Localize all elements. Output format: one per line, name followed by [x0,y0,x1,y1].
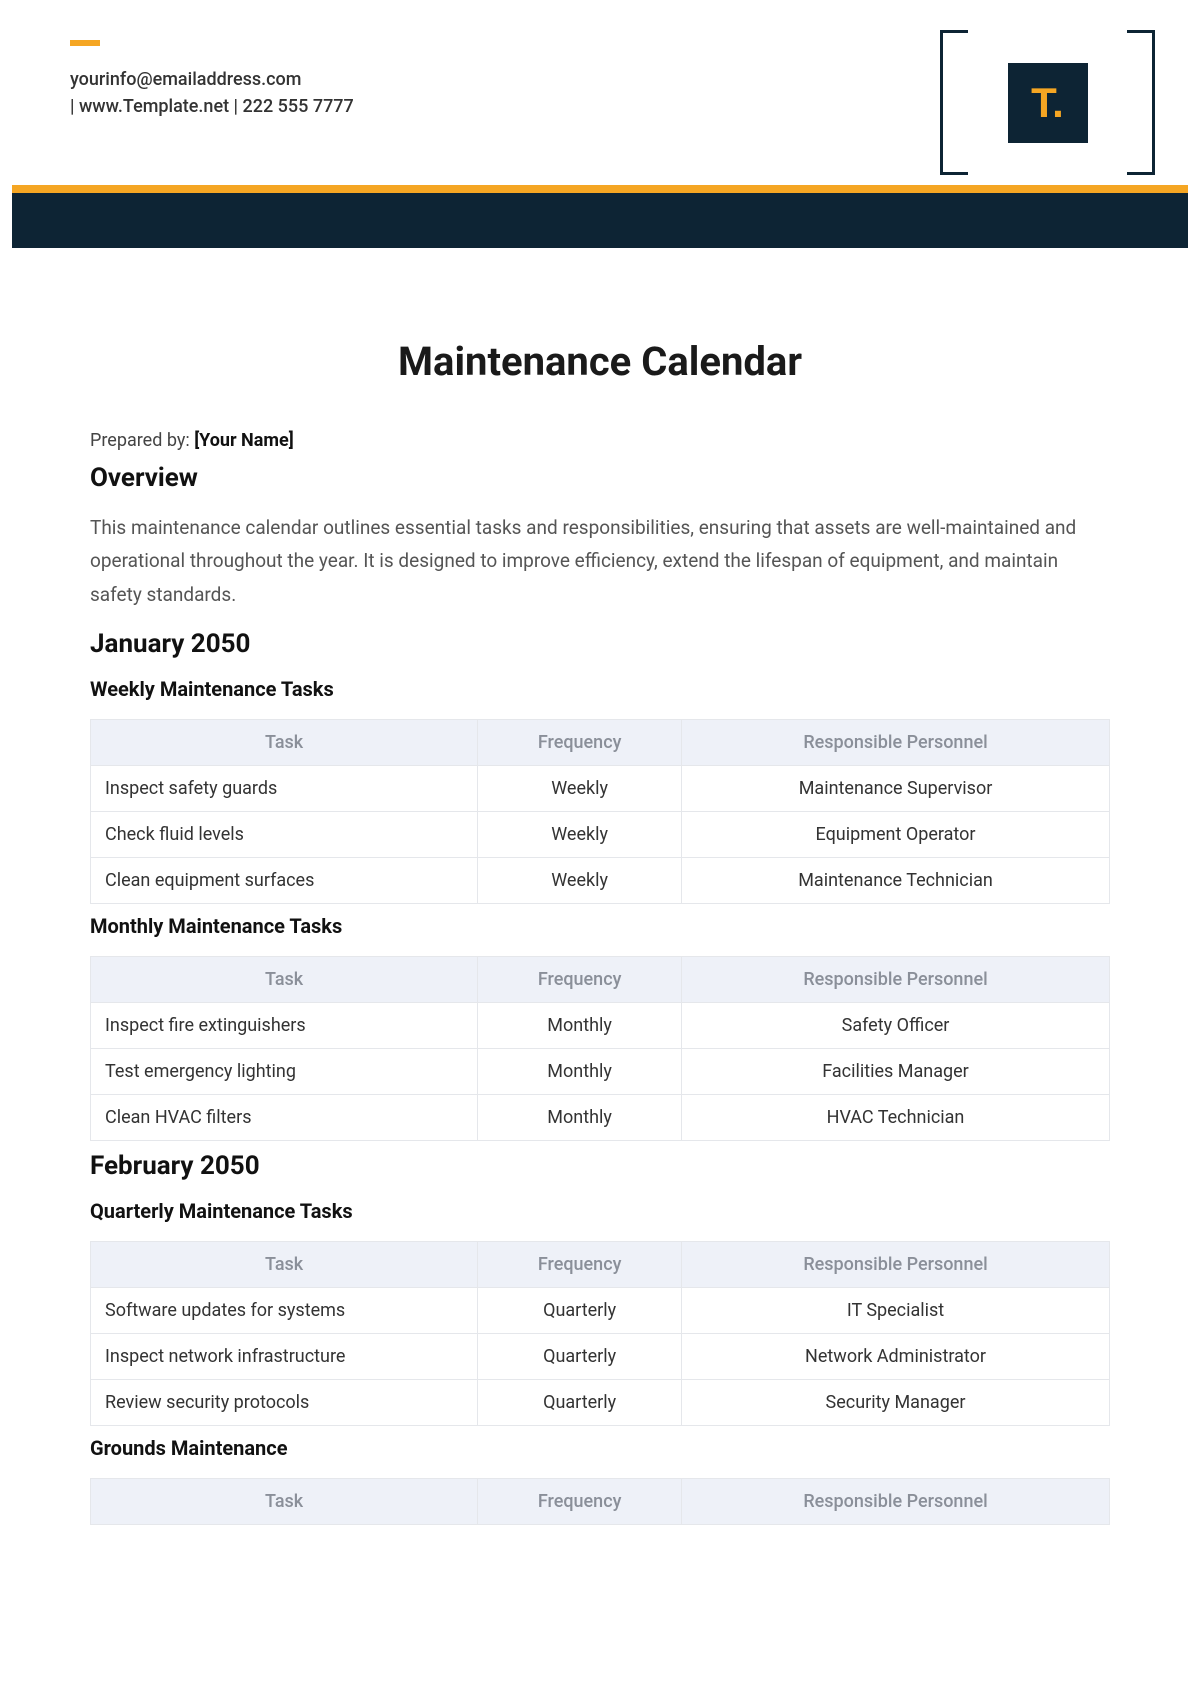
cell-task: Inspect network infrastructure [91,1333,478,1379]
cell-frequency: Quarterly [478,1379,682,1425]
cell-task: Inspect safety guards [91,765,478,811]
subsection-heading: Weekly Maintenance Tasks [90,677,1110,701]
logo-frame: T. [940,30,1155,175]
cell-frequency: Quarterly [478,1287,682,1333]
cell-frequency: Monthly [478,1048,682,1094]
table-row: Check fluid levelsWeeklyEquipment Operat… [91,811,1110,857]
overview-text: This maintenance calendar outlines essen… [90,511,1110,611]
subsection-heading: Monthly Maintenance Tasks [90,914,1110,938]
maintenance-table: TaskFrequencyResponsible PersonnelInspec… [90,719,1110,904]
column-header: Task [91,719,478,765]
column-header: Frequency [478,956,682,1002]
cell-responsible: Safety Officer [682,1002,1110,1048]
column-header: Task [91,1241,478,1287]
table-row: Test emergency lightingMonthlyFacilities… [91,1048,1110,1094]
maintenance-table: TaskFrequencyResponsible PersonnelSoftwa… [90,1241,1110,1426]
cell-frequency: Weekly [478,857,682,903]
bar-accent [12,185,1188,193]
overview-heading: Overview [90,463,1110,493]
cell-task: Check fluid levels [91,811,478,857]
cell-responsible: Facilities Manager [682,1048,1110,1094]
cell-task: Clean HVAC filters [91,1094,478,1140]
column-header: Frequency [478,719,682,765]
cell-frequency: Weekly [478,811,682,857]
cell-task: Inspect fire extinguishers [91,1002,478,1048]
month-heading: January 2050 [90,629,1110,659]
column-header: Responsible Personnel [682,719,1110,765]
logo-text: T. [1031,79,1064,127]
cell-frequency: Quarterly [478,1333,682,1379]
cell-responsible: Maintenance Supervisor [682,765,1110,811]
letterhead: yourinfo@emailaddress.com | www.Template… [0,0,1200,165]
prepared-by-line: Prepared by: [Your Name] [90,430,1110,451]
cell-responsible: Maintenance Technician [682,857,1110,903]
table-row: Clean equipment surfacesWeeklyMaintenanc… [91,857,1110,903]
document-body: Maintenance Calendar Prepared by: [Your … [0,248,1200,1525]
column-header: Responsible Personnel [682,956,1110,1002]
month-heading: February 2050 [90,1151,1110,1181]
column-header: Task [91,956,478,1002]
prepared-by-label: Prepared by: [90,430,194,451]
bar-dark [12,193,1188,248]
table-row: Inspect network infrastructureQuarterlyN… [91,1333,1110,1379]
cell-frequency: Weekly [478,765,682,811]
subsection-heading: Grounds Maintenance [90,1436,1110,1460]
maintenance-table: TaskFrequencyResponsible PersonnelInspec… [90,956,1110,1141]
cell-frequency: Monthly [478,1002,682,1048]
column-header: Task [91,1478,478,1524]
page-title: Maintenance Calendar [90,338,1110,385]
cell-responsible: IT Specialist [682,1287,1110,1333]
cell-frequency: Monthly [478,1094,682,1140]
column-header: Frequency [478,1478,682,1524]
table-row: Review security protocolsQuarterlySecuri… [91,1379,1110,1425]
cell-task: Review security protocols [91,1379,478,1425]
column-header: Responsible Personnel [682,1478,1110,1524]
contact-block: yourinfo@emailaddress.com | www.Template… [70,66,420,120]
table-row: Inspect fire extinguishersMonthlySafety … [91,1002,1110,1048]
cell-task: Test emergency lighting [91,1048,478,1094]
table-row: Clean HVAC filtersMonthlyHVAC Technician [91,1094,1110,1140]
column-header: Frequency [478,1241,682,1287]
cell-responsible: Equipment Operator [682,811,1110,857]
accent-dash [70,40,100,46]
column-header: Responsible Personnel [682,1241,1110,1287]
table-row: Software updates for systemsQuarterlyIT … [91,1287,1110,1333]
subsection-heading: Quarterly Maintenance Tasks [90,1199,1110,1223]
logo-icon: T. [1008,63,1088,143]
cell-task: Clean equipment surfaces [91,857,478,903]
cell-task: Software updates for systems [91,1287,478,1333]
contact-email: yourinfo@emailaddress.com [70,69,301,90]
maintenance-table: TaskFrequencyResponsible Personnel [90,1478,1110,1525]
prepared-by-value: [Your Name] [194,430,294,451]
table-row: Inspect safety guardsWeeklyMaintenance S… [91,765,1110,811]
cell-responsible: Network Administrator [682,1333,1110,1379]
cell-responsible: Security Manager [682,1379,1110,1425]
contact-rest: | www.Template.net | 222 555 7777 [70,96,354,117]
cell-responsible: HVAC Technician [682,1094,1110,1140]
header-bars [0,185,1200,248]
